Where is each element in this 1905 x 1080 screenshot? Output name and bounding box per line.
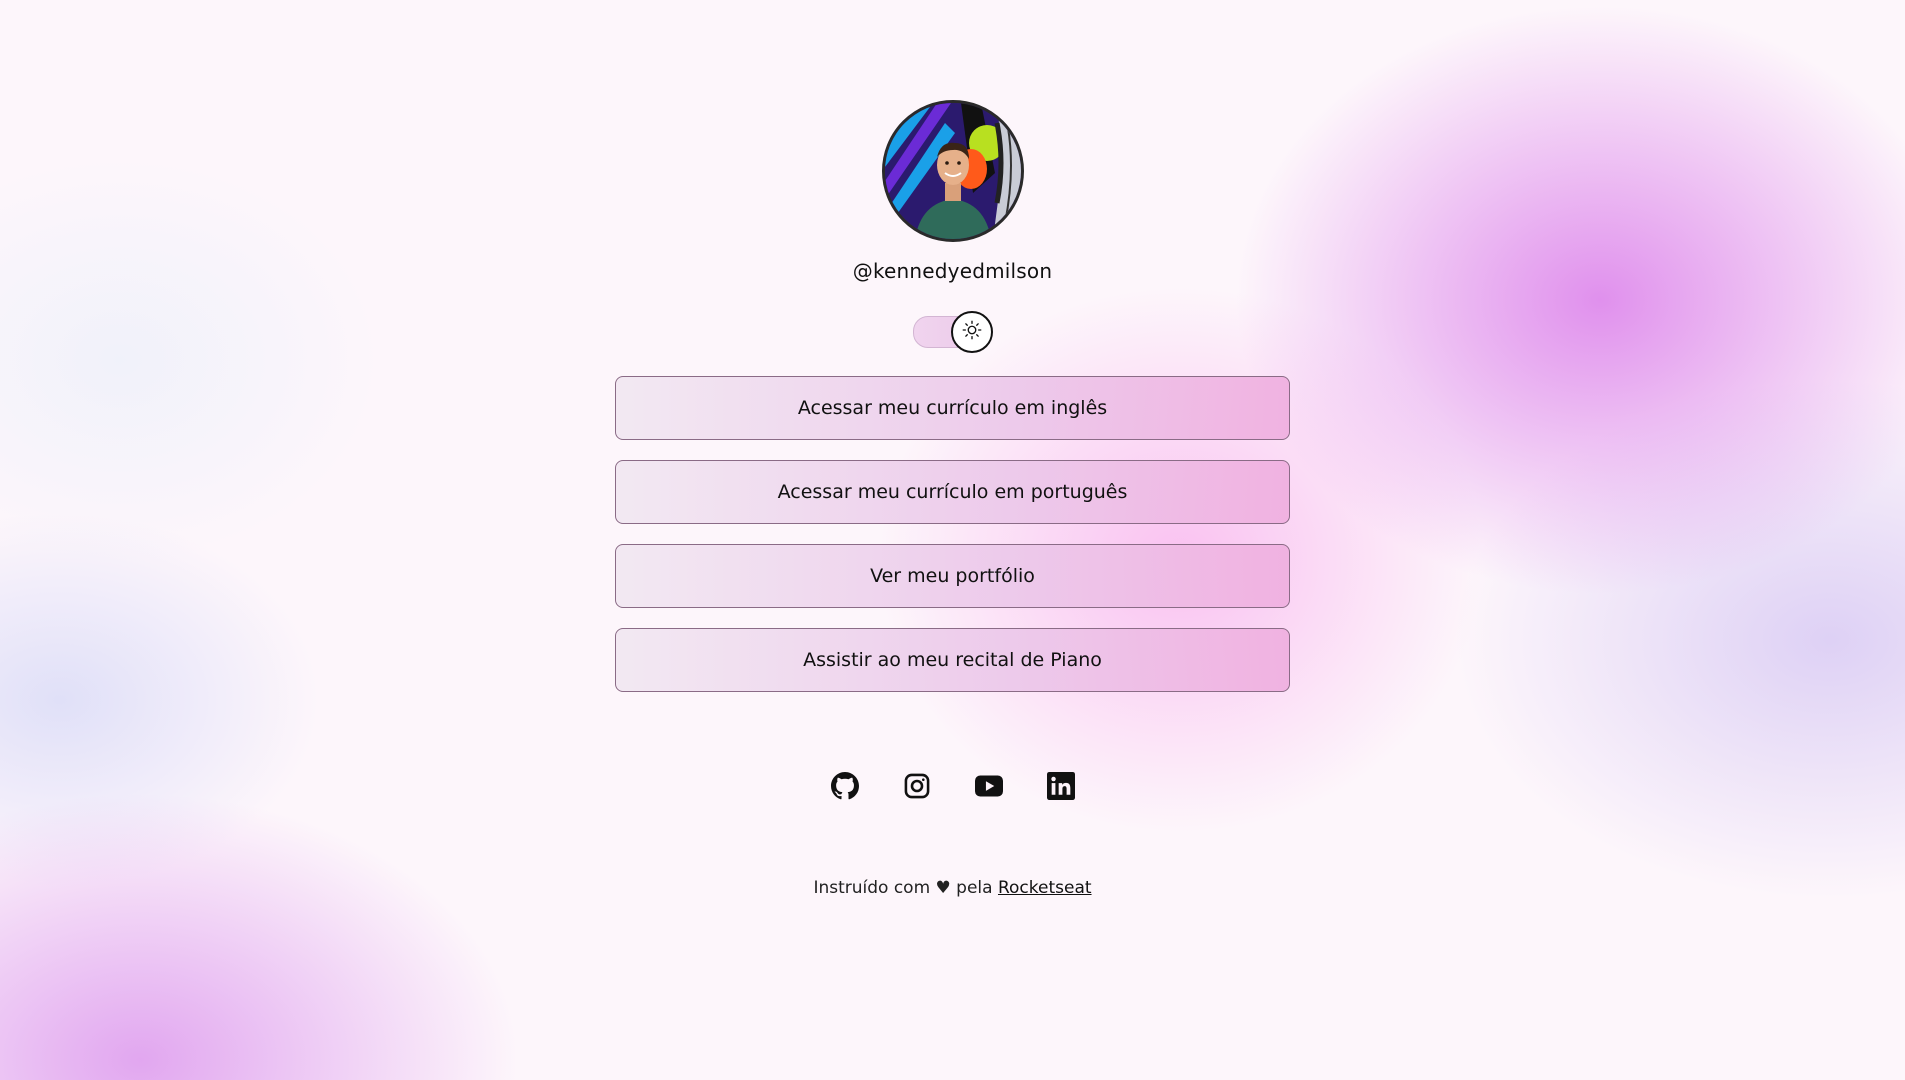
english-resume-button[interactable]: Acessar meu currículo em inglês xyxy=(615,376,1290,440)
instagram-icon[interactable] xyxy=(903,772,931,800)
avatar xyxy=(881,100,1024,242)
links-list: Acessar meu currículo em inglês Acessar … xyxy=(615,376,1290,692)
avatar-image xyxy=(884,103,1021,239)
github-icon[interactable] xyxy=(830,772,859,800)
toggle-knob xyxy=(950,311,993,353)
piano-recital-button[interactable]: Assistir ao meu recital de Piano xyxy=(615,628,1290,692)
profile-container: @kennedyedmilson Acessar meu currículo e… xyxy=(615,100,1290,898)
rocketseat-link[interactable]: Rocketseat xyxy=(998,878,1092,898)
username: @kennedyedmilson xyxy=(852,259,1053,283)
social-links xyxy=(830,772,1075,800)
linkedin-icon[interactable] xyxy=(1046,772,1075,800)
sun-icon xyxy=(962,320,982,344)
theme-toggle[interactable] xyxy=(912,311,993,353)
portuguese-resume-button[interactable]: Acessar meu currículo em português xyxy=(615,460,1290,524)
youtube-icon[interactable] xyxy=(974,772,1003,800)
footer: Instruído com ♥ pela Rocketseat xyxy=(813,878,1091,898)
portfolio-button[interactable]: Ver meu portfólio xyxy=(615,544,1290,608)
footer-text: Instruído com ♥ pela xyxy=(813,878,993,898)
